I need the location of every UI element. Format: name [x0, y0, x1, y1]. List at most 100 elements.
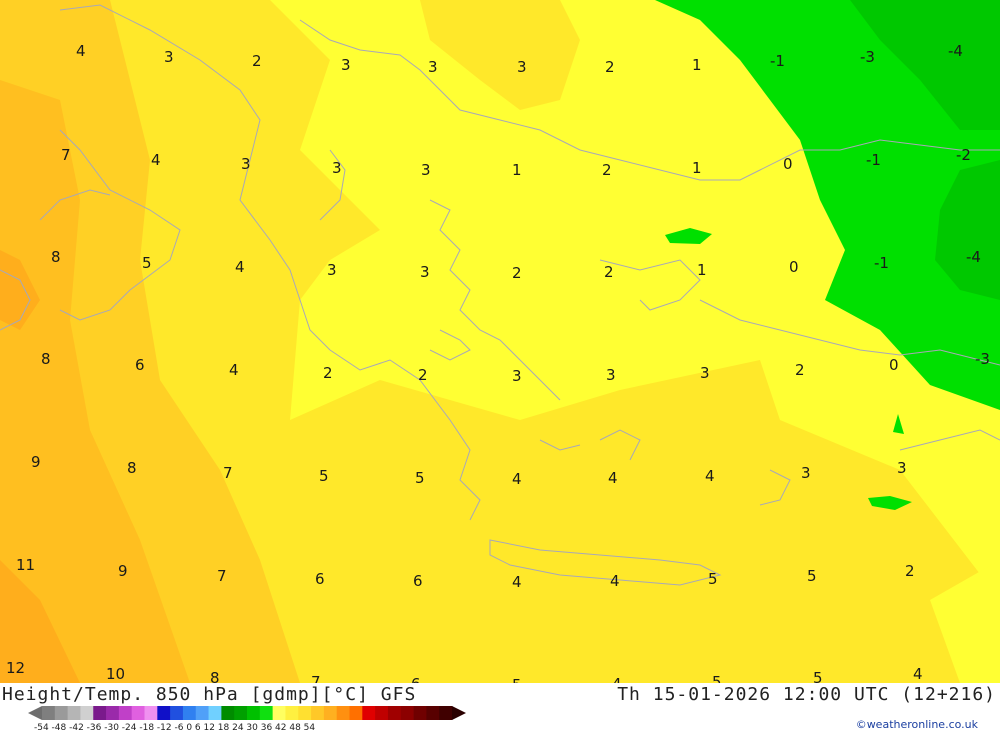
color-scale-cell — [336, 706, 350, 720]
temp-label: 4 — [512, 470, 522, 488]
temp-label: 3 — [606, 366, 616, 384]
temp-label: 7 — [311, 673, 321, 683]
color-scale-cell — [259, 706, 274, 720]
color-scale-cell — [247, 706, 261, 720]
temp-label: 8 — [127, 459, 137, 477]
temp-label: 3 — [517, 58, 527, 76]
temp-label: 7 — [61, 146, 71, 164]
weather-map: 4 3 2 3 3 3 2 1 -1 -3 -4 7 4 3 3 3 1 2 1… — [0, 0, 1000, 683]
temp-label: 2 — [605, 58, 615, 76]
temp-label: 3 — [897, 459, 907, 477]
temp-label: 2 — [604, 263, 614, 281]
temp-label: 2 — [512, 264, 522, 282]
temp-label: 1 — [512, 161, 522, 179]
color-scale-cell — [400, 706, 414, 720]
temp-label: -3 — [975, 350, 990, 368]
color-scale-cell — [272, 706, 286, 720]
temp-label: -2 — [956, 146, 971, 164]
color-scale-cell — [144, 706, 158, 720]
temp-label: 5 — [142, 254, 152, 272]
temp-label: -4 — [948, 42, 963, 60]
temp-label: 6 — [135, 356, 145, 374]
color-scale-cell — [413, 706, 427, 720]
temp-label: 6 — [411, 675, 421, 683]
temp-label: 5 — [415, 469, 425, 487]
temp-label: 2 — [795, 361, 805, 379]
color-scale-cell — [106, 706, 120, 720]
color-scale-arrow-low — [28, 706, 42, 720]
temp-label: 4 — [229, 361, 239, 379]
temp-label: 3 — [700, 364, 710, 382]
temp-label: -1 — [770, 52, 785, 70]
color-scale-cell — [208, 706, 222, 720]
color-scale-cell — [298, 706, 312, 720]
temp-label: 4 — [705, 467, 715, 485]
temp-label: 2 — [905, 562, 915, 580]
color-scale-cell — [195, 706, 209, 720]
temp-label: 4 — [610, 572, 620, 590]
color-scale-cell — [285, 706, 299, 720]
color-scale-cell — [118, 706, 133, 720]
color-scale-cell — [375, 706, 389, 720]
temp-label: -3 — [860, 48, 875, 66]
temp-label: 9 — [31, 453, 41, 471]
temp-label: 7 — [217, 567, 227, 585]
temp-label: -4 — [966, 248, 981, 266]
color-scale-arrow-high — [452, 706, 466, 720]
temp-label: 10 — [106, 665, 125, 683]
color-scale-cell — [93, 706, 107, 720]
temp-label: 6 — [413, 572, 423, 590]
temp-label: 3 — [241, 155, 251, 173]
color-scale-bar — [28, 706, 466, 720]
color-scale-cell — [131, 706, 145, 720]
temp-label: -1 — [866, 151, 881, 169]
temp-label: 5 — [708, 570, 718, 588]
temp-label: 3 — [421, 161, 431, 179]
color-scale-cell — [311, 706, 325, 720]
temp-label: 4 — [612, 675, 622, 683]
color-scale-cell — [234, 706, 248, 720]
temp-label: 1 — [692, 56, 702, 74]
color-scale-cell — [221, 706, 235, 720]
temp-label: 3 — [420, 263, 430, 281]
temp-label: 2 — [418, 366, 428, 384]
temp-label: 4 — [608, 469, 618, 487]
temp-label: 11 — [16, 556, 35, 574]
color-scale-cell — [182, 706, 197, 720]
temp-label: 4 — [235, 258, 245, 276]
temp-label: 3 — [428, 58, 438, 76]
temp-label: 3 — [332, 159, 342, 177]
temp-label: 2 — [602, 161, 612, 179]
temp-label: 7 — [223, 464, 233, 482]
temp-label: 3 — [341, 56, 351, 74]
map-title: Height/Temp. 850 hPa [gdmp][°C] GFS — [2, 684, 417, 705]
temp-label: 8 — [41, 350, 51, 368]
color-scale-ticks: -54 -48 -42 -36 -30 -24 -18 -12 -6 0 6 1… — [34, 723, 315, 733]
color-scale-cell — [170, 706, 184, 720]
temp-label: 2 — [252, 52, 262, 70]
temp-label: 3 — [512, 367, 522, 385]
temp-label: 4 — [151, 151, 161, 169]
color-scale-cell — [426, 706, 440, 720]
temp-label: 1 — [697, 261, 707, 279]
temp-label: 3 — [164, 48, 174, 66]
temp-label: 9 — [118, 562, 128, 580]
temp-label: 4 — [913, 665, 923, 683]
temp-label: 5 — [512, 676, 522, 683]
credit-link[interactable]: ©weatheronline.co.uk — [856, 718, 978, 731]
color-scale-cell — [362, 706, 376, 720]
temp-label: -1 — [874, 254, 889, 272]
temp-label: 6 — [315, 570, 325, 588]
temp-label: 5 — [712, 673, 722, 683]
color-scale-cell — [439, 706, 453, 720]
color-scale-cell — [157, 706, 171, 720]
forecast-datetime: Th 15-01-2026 12:00 UTC (12+216) — [617, 684, 996, 705]
temp-label: 0 — [889, 356, 899, 374]
color-scale-cell — [349, 706, 363, 720]
color-scale-cell — [80, 706, 94, 720]
color-scale-cell — [67, 706, 81, 720]
temp-label: 8 — [51, 248, 61, 266]
color-scale-cell — [387, 706, 402, 720]
temp-label: 5 — [807, 567, 817, 585]
temp-label: 12 — [6, 659, 25, 677]
